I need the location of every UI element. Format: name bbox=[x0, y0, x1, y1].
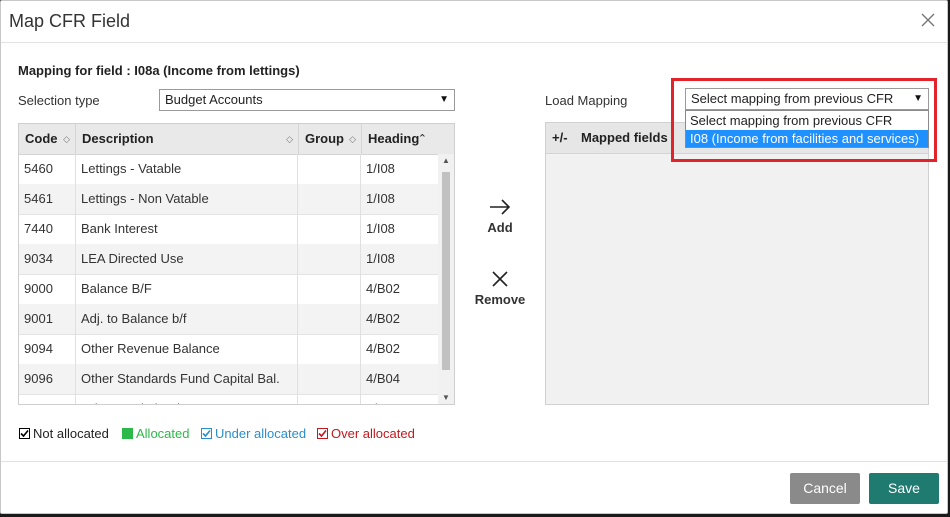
legend-under-allocated: Under allocated bbox=[201, 426, 306, 441]
checkbox-icon bbox=[317, 428, 328, 439]
column-header-code[interactable]: Code ◇ bbox=[19, 124, 76, 154]
selection-type-select[interactable]: Budget Accounts ▼ bbox=[159, 89, 455, 111]
column-header-description[interactable]: Description ◇ bbox=[76, 124, 298, 154]
legend-allocated: Allocated bbox=[122, 426, 189, 441]
sort-icon: ◇ bbox=[349, 134, 356, 144]
cancel-button[interactable]: Cancel bbox=[790, 473, 860, 504]
checkbox-icon bbox=[201, 428, 212, 439]
legend-over-allocated: Over allocated bbox=[317, 426, 415, 441]
column-header-group[interactable]: Group ◇ bbox=[298, 124, 361, 154]
table-row[interactable]: 9000 Balance B/F 4/B02 bbox=[19, 274, 439, 305]
table-row[interactable]: 9097 Other Capital Bal. 4/B05 bbox=[19, 394, 439, 404]
table-row[interactable]: 9001 Adj. to Balance b/f 4/B02 bbox=[19, 304, 439, 335]
map-cfr-dialog: Map CFR Field Mapping for field : I08a (… bbox=[0, 0, 948, 514]
table-row[interactable]: 9094 Other Revenue Balance 4/B02 bbox=[19, 334, 439, 365]
expand-toggle[interactable]: +/- bbox=[552, 123, 568, 153]
selection-type-label: Selection type bbox=[18, 93, 100, 108]
add-button[interactable]: Add bbox=[470, 197, 530, 235]
mapped-fields-panel: +/- Mapped fields bbox=[545, 122, 929, 405]
grid-scrollbar[interactable]: ▲ ▼ bbox=[438, 154, 454, 404]
table-row[interactable]: 7440 Bank Interest 1/I08 bbox=[19, 214, 439, 245]
dialog-footer: Cancel Save bbox=[1, 461, 947, 513]
mapping-subtitle: Mapping for field : I08a (Income from le… bbox=[18, 63, 300, 78]
table-row[interactable]: 9096 Other Standards Fund Capital Bal. 4… bbox=[19, 364, 439, 395]
highlight-box bbox=[671, 78, 937, 162]
arrow-right-icon bbox=[490, 199, 511, 215]
scrollbar-thumb[interactable] bbox=[442, 172, 450, 370]
selection-type-value: Budget Accounts bbox=[165, 92, 263, 107]
sort-icon: ◇ bbox=[286, 134, 293, 144]
load-mapping-label: Load Mapping bbox=[545, 93, 628, 108]
grid-header: Code ◇ Description ◇ Group ◇ Heading ⌃ bbox=[19, 124, 454, 155]
chevron-down-icon: ▼ bbox=[439, 94, 449, 105]
square-icon bbox=[122, 428, 133, 439]
table-row[interactable]: 5460 Lettings - Vatable 1/I08 bbox=[19, 154, 439, 185]
add-label: Add bbox=[487, 220, 513, 235]
table-row[interactable]: 5461 Lettings - Non Vatable 1/I08 bbox=[19, 184, 439, 215]
save-button[interactable]: Save bbox=[869, 473, 939, 504]
remove-button[interactable]: Remove bbox=[470, 269, 530, 307]
table-row[interactable]: 9034 LEA Directed Use 1/I08 bbox=[19, 244, 439, 275]
checkbox-icon bbox=[19, 428, 30, 439]
mapped-fields-title: Mapped fields bbox=[581, 130, 668, 145]
scroll-up-icon[interactable]: ▲ bbox=[442, 156, 450, 165]
sort-ascending-icon: ⌃ bbox=[417, 133, 427, 145]
accounts-grid: Code ◇ Description ◇ Group ◇ Heading ⌃ 5460 … bbox=[18, 123, 455, 405]
column-header-heading[interactable]: Heading ⌃ bbox=[361, 124, 439, 154]
legend-not-allocated: Not allocated bbox=[19, 426, 109, 441]
sort-icon: ◇ bbox=[63, 134, 70, 144]
close-icon bbox=[492, 271, 508, 287]
dialog-header: Map CFR Field bbox=[1, 1, 947, 43]
close-icon[interactable] bbox=[919, 11, 937, 29]
dialog-title: Map CFR Field bbox=[9, 11, 131, 31]
scroll-down-icon[interactable]: ▼ bbox=[442, 393, 450, 402]
remove-label: Remove bbox=[474, 292, 526, 307]
